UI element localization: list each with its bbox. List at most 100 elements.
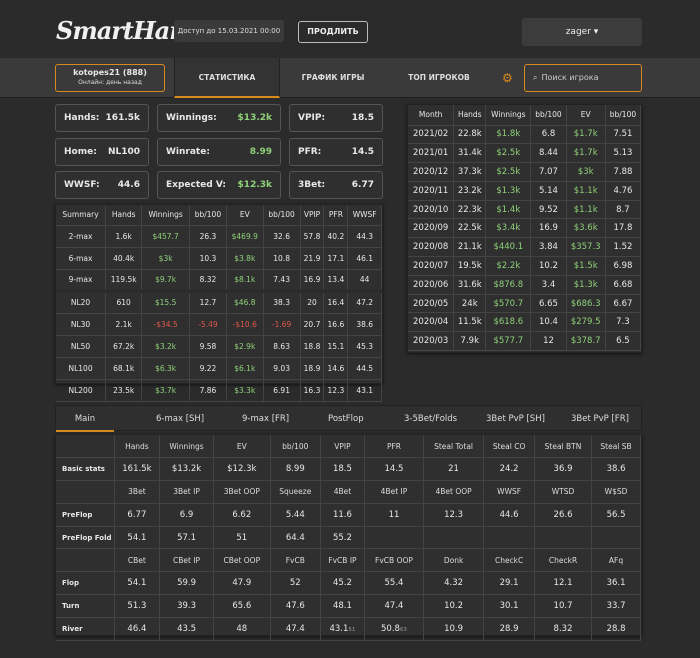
table-cell: 16.9: [300, 269, 325, 292]
user-menu[interactable]: zager ▾: [522, 18, 642, 46]
table-cell: 67.2k: [105, 335, 143, 358]
cell-value: 65.6: [232, 600, 252, 611]
table-cell: [483, 526, 535, 550]
tab-game-chart[interactable]: ГРАФИК ИГРЫ: [280, 58, 386, 98]
table-cell: 43.5: [159, 617, 214, 641]
detail-panel: Hands Winnings EV bb/100 VPIP PFR Steal Total S…: [55, 434, 642, 641]
table-cell: 12.3: [423, 503, 485, 527]
table-cell: 9.58: [189, 335, 227, 358]
table-cell: [591, 526, 641, 550]
table-cell: 6.77: [114, 503, 161, 527]
table-row: Basic stats 161.5k $13.2k $12.3k 8.99 18.5 14.…: [56, 457, 641, 482]
stat-hands: Hands: 161.5k: [55, 104, 149, 132]
tab-main[interactable]: Main: [56, 406, 114, 432]
month-label: 2020/09: [408, 218, 455, 239]
player-status: Онлайн: день назад: [78, 79, 142, 86]
table-cell: 40.4k: [105, 247, 143, 270]
table-row: NL100 68.1k $6.3k 9.22 $6.1k 9.03 18.9 14.6 44.5: [56, 357, 382, 380]
stat-value: NL100: [107, 147, 140, 157]
row-label: NL100: [56, 357, 107, 380]
table-cell: 5.13: [605, 143, 642, 164]
table-cell: 7.43: [263, 269, 301, 292]
cell-value: 47.4: [285, 623, 305, 634]
top-bar: SmartHand Доступ до 15.03.2021 00:00 ПРО…: [0, 0, 700, 58]
gear-icon[interactable]: ⚙: [502, 71, 513, 85]
cell-value: 48.1: [332, 600, 352, 611]
table-cell: 23.5k: [105, 379, 143, 402]
table-cell: $378.7: [566, 331, 606, 352]
detail-table: Hands Winnings EV bb/100 VPIP PFR Steal Total S…: [56, 435, 641, 641]
table-row: 2-max 1.6k $457.7 26.3 $469.9 32.6 57.8 40.2 44.…: [56, 225, 382, 248]
table-cell: $2.9k: [226, 335, 264, 358]
table-cell: 40.2: [323, 225, 349, 248]
table-cell: $440.1: [485, 237, 532, 258]
header-row: 3Bet 3Bet IP 3Bet OOP Squeeze 4Bet 4Bet IP 4Be…: [56, 480, 641, 504]
table-cell: $570.7: [485, 294, 532, 314]
table-cell: 30.1: [483, 594, 535, 618]
tab-3-5bet-folds[interactable]: 3-5Bet/Folds: [404, 406, 457, 432]
tab-3bet-pvp-fr[interactable]: 3Bet PvP [FR]: [571, 406, 629, 432]
table-cell: 6.68: [605, 275, 642, 295]
row-label: 2-max: [56, 225, 107, 248]
month-label: 2020/03: [408, 331, 455, 352]
cell-value: 55.2: [332, 532, 352, 543]
table-cell: 3.84: [530, 237, 567, 258]
table-cell: 6.5: [605, 331, 642, 352]
table-row: NL200 23.5k $3.7k 7.86 $3.3k 6.91 16.3 12.3 43.1: [56, 379, 382, 402]
table-cell: 20: [300, 291, 325, 314]
table-cell: 10.8: [263, 247, 301, 270]
cell-value: 44.6: [499, 509, 519, 520]
table-cell: $457.7: [141, 225, 190, 248]
cell-value: 45.2: [332, 578, 352, 589]
table-cell: 4.76: [605, 181, 642, 201]
table-cell: 46.4: [114, 617, 161, 641]
table-cell: $12.3k: [213, 457, 271, 482]
monthly-table: Month Hands Winnings bb/100 EV bb/100 2021/02 2…: [408, 105, 642, 352]
table-cell: 11.5k: [453, 312, 487, 333]
table-cell: 18.9: [300, 357, 325, 380]
tab-6-max-sh[interactable]: 6-max [SH]: [156, 406, 204, 432]
table-cell: 21: [423, 457, 485, 482]
renew-button[interactable]: ПРОДЛИТЬ: [298, 21, 368, 43]
cell-value: 11: [388, 509, 400, 520]
tab-postflop[interactable]: PostFlop: [328, 406, 364, 432]
table-cell: 14.6: [323, 357, 349, 380]
table-cell: 8.63: [263, 335, 301, 358]
col-header: 3Bet IP: [159, 480, 214, 504]
cell-value: 6.62: [232, 509, 252, 520]
player-card[interactable]: kotopes21 (888) Онлайн: день назад: [55, 64, 165, 92]
row-label: PreFlop: [56, 503, 115, 527]
table-cell: 48: [213, 617, 271, 641]
table-cell: $1.3k: [566, 275, 606, 295]
table-cell: 18.8: [300, 335, 325, 358]
cell-value: 6.77: [127, 509, 147, 520]
table-cell: 13.4: [323, 269, 349, 292]
cell-value: 56.5: [606, 509, 626, 520]
table-cell: 44.6: [483, 503, 535, 527]
table-cell: 17.1: [323, 247, 349, 270]
col-header: CheckC: [483, 548, 535, 573]
table-cell: [534, 526, 593, 550]
table-cell: 3.4: [530, 275, 567, 295]
table-cell: 46.1: [347, 247, 382, 270]
tab-statistics[interactable]: СТАТИСТИКА: [174, 58, 280, 98]
tab-top-players[interactable]: ТОП ИГРОКОВ: [386, 58, 492, 98]
table-cell: 45.3: [347, 335, 382, 358]
table-cell: 22.3k: [453, 200, 487, 220]
table-cell: 51: [213, 526, 271, 550]
month-label: 2021/02: [408, 125, 455, 145]
stat-expected-v: Expected V: $12.3k: [157, 171, 281, 199]
cell-value: 43.5: [177, 623, 197, 634]
table-cell: $1.5k: [566, 256, 606, 276]
table-cell: 6.62: [213, 503, 271, 527]
table-row: 2020/04 11.5k $618.6 10.4 $279.5 7.3: [408, 312, 642, 333]
table-row: 2020/03 7.9k $577.7 12 $378.7 6.5: [408, 331, 642, 352]
summary-panel: Summary Hands Winnings bb/100 EV bb/100 VPIP PF…: [55, 204, 383, 402]
table-cell: 12.7: [189, 291, 227, 314]
table-cell: 7.88: [605, 162, 642, 182]
search-input[interactable]: ⌕ Поиск игрока: [524, 64, 642, 92]
tab-3bet-pvp-sh[interactable]: 3Bet PvP [SH]: [486, 406, 545, 432]
tab-9-max-fr[interactable]: 9-max [FR]: [242, 406, 289, 432]
table-cell: 12.3: [323, 379, 349, 402]
table-cell: $3.4k: [485, 218, 532, 239]
